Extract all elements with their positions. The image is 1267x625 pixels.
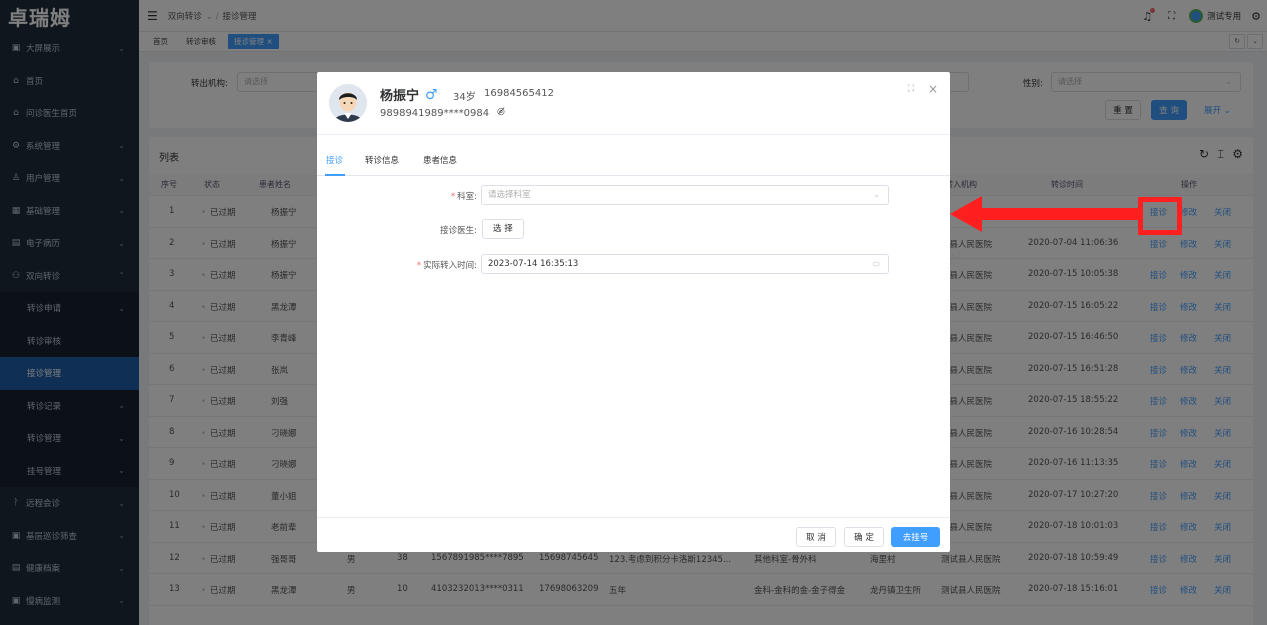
modal-tabs: 接诊 转诊信息 患者信息: [317, 152, 950, 176]
patient-phone: 16984565412: [484, 88, 554, 99]
patient-id-number: 9898941989****0984: [380, 108, 490, 119]
choose-doctor-button[interactable]: 选 择: [482, 219, 524, 239]
close-icon[interactable]: ×: [928, 82, 938, 96]
chevron-down-icon: ⌄: [873, 190, 880, 199]
divider: [317, 134, 950, 135]
tab-reception[interactable]: 接诊: [326, 154, 343, 166]
patient-age: 34岁: [453, 92, 476, 103]
fullscreen-icon[interactable]: ⛶: [908, 84, 914, 94]
tab-referral-info[interactable]: 转诊信息: [365, 154, 399, 166]
annotation-arrow-icon: [950, 196, 982, 232]
confirm-button[interactable]: 确 定: [844, 527, 884, 547]
male-icon: ♂: [425, 86, 438, 103]
actual-time-label: * 实际转入时间:: [416, 261, 477, 271]
actual-time-value: 2023-07-14 16:35:13: [488, 259, 579, 269]
eye-off-icon[interactable]: ◎̸: [497, 107, 505, 117]
annotation-highlight-box: [1138, 197, 1182, 235]
dept-label: * 科室:: [450, 192, 477, 202]
register-button[interactable]: 去挂号: [891, 527, 940, 547]
calendar-icon[interactable]: ▭: [872, 255, 880, 273]
doctor-label: 接诊医生:: [440, 226, 477, 236]
dept-placeholder: 请选择科室: [488, 190, 531, 200]
dept-select[interactable]: 请选择科室 ⌄: [481, 185, 889, 205]
cancel-button[interactable]: 取 消: [796, 527, 836, 547]
reception-modal: 杨振宁 ♂ 34岁 16984565412 9898941989****0984 …: [317, 72, 950, 552]
patient-avatar: [329, 84, 367, 122]
person-icon: [329, 84, 367, 122]
patient-name-group: 杨振宁 ♂: [380, 85, 438, 105]
tab-ink-bar: [325, 174, 345, 176]
annotation-arrow-shaft: [980, 208, 1140, 220]
divider: [317, 517, 950, 518]
tab-patient-info[interactable]: 患者信息: [423, 154, 457, 166]
actual-time-input[interactable]: 2023-07-14 16:35:13 ▭: [481, 254, 889, 274]
patient-name: 杨振宁: [380, 89, 420, 104]
